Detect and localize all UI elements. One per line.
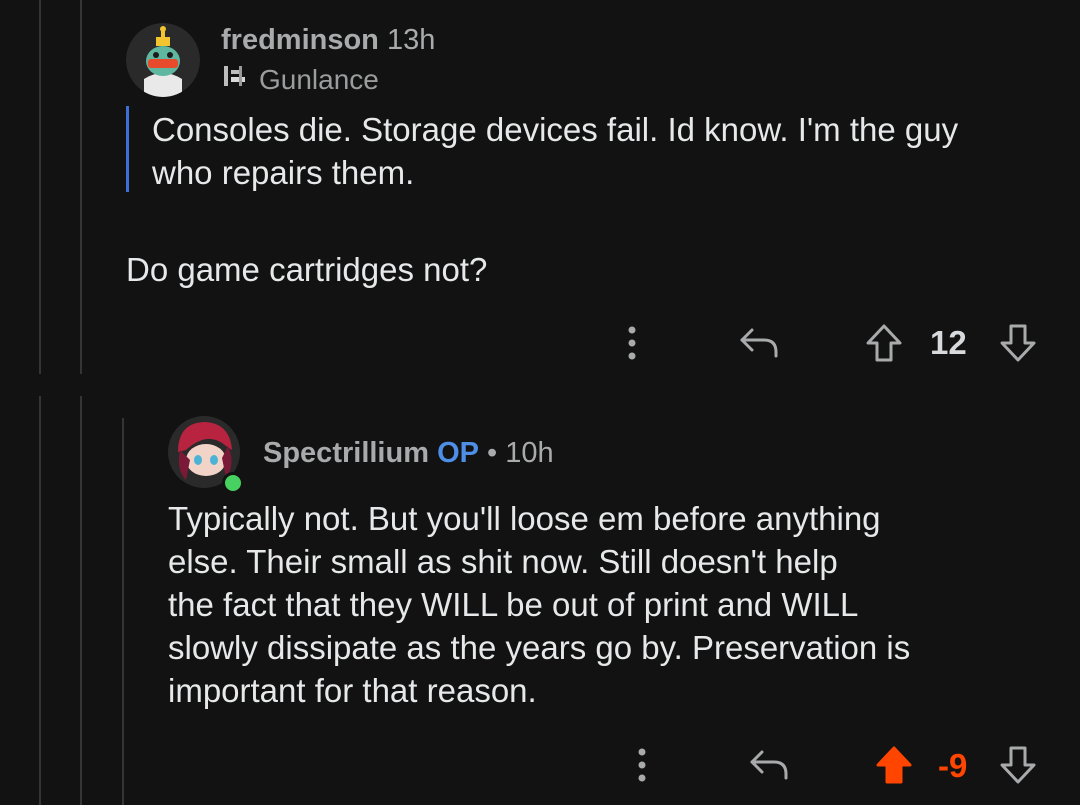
- thread-line[interactable]: [122, 418, 124, 805]
- op-badge: OP: [437, 437, 479, 469]
- more-options-button[interactable]: [627, 744, 657, 786]
- comment-text-line: slowly dissipate as the years go by. Pre…: [168, 629, 911, 666]
- timestamp: 13h: [386, 24, 436, 56]
- downvote-button[interactable]: [996, 320, 1040, 366]
- flair-icon: [221, 62, 249, 97]
- online-indicator: [222, 472, 244, 494]
- vote-score: -9: [938, 747, 968, 784]
- comment-text-line: Typically not. But you'll loose em befor…: [168, 500, 881, 537]
- more-options-icon: [628, 326, 636, 360]
- flair-label: Gunlance: [259, 63, 379, 95]
- username[interactable]: fredminson: [221, 24, 379, 56]
- user-flair: Gunlance: [221, 62, 379, 97]
- upvote-button[interactable]: [872, 742, 916, 788]
- quote-bar: [126, 106, 129, 192]
- more-options-button[interactable]: [617, 322, 647, 364]
- thread-line[interactable]: [80, 0, 82, 374]
- upvote-arrow-icon: [866, 324, 902, 362]
- comment-text-line: important for that reason.: [168, 672, 537, 709]
- upvote-arrow-icon: [876, 746, 912, 784]
- avatar[interactable]: [168, 416, 244, 494]
- reply-icon: [740, 328, 778, 358]
- quote-text: Consoles die. Storage devices fail. Id k…: [152, 111, 959, 191]
- thread-line[interactable]: [80, 396, 82, 805]
- more-options-icon: [638, 748, 646, 782]
- downvote-arrow-icon: [1000, 324, 1036, 362]
- reply-button[interactable]: [736, 322, 782, 364]
- comment-header: fredminson 13h: [221, 24, 435, 57]
- comment-text: Do game cartridges not?: [126, 251, 488, 288]
- comment-text-line: the fact that they WILL be out of print …: [168, 586, 859, 623]
- downvote-button[interactable]: [996, 742, 1040, 788]
- vote-score: 12: [930, 324, 967, 361]
- downvote-arrow-icon: [1000, 746, 1036, 784]
- comment-header: Spectrillium OP • 10h: [263, 437, 554, 470]
- avatar[interactable]: [126, 23, 200, 97]
- separator: •: [487, 437, 498, 469]
- reply-button[interactable]: [746, 744, 792, 786]
- timestamp: 10h: [505, 437, 554, 469]
- thread-line[interactable]: [39, 396, 41, 805]
- upvote-button[interactable]: [862, 320, 906, 366]
- username[interactable]: Spectrillium: [263, 437, 429, 469]
- thread-line[interactable]: [39, 0, 41, 374]
- comment-text-line: else. Their small as shit now. Still doe…: [168, 543, 838, 580]
- reply-icon: [750, 750, 788, 780]
